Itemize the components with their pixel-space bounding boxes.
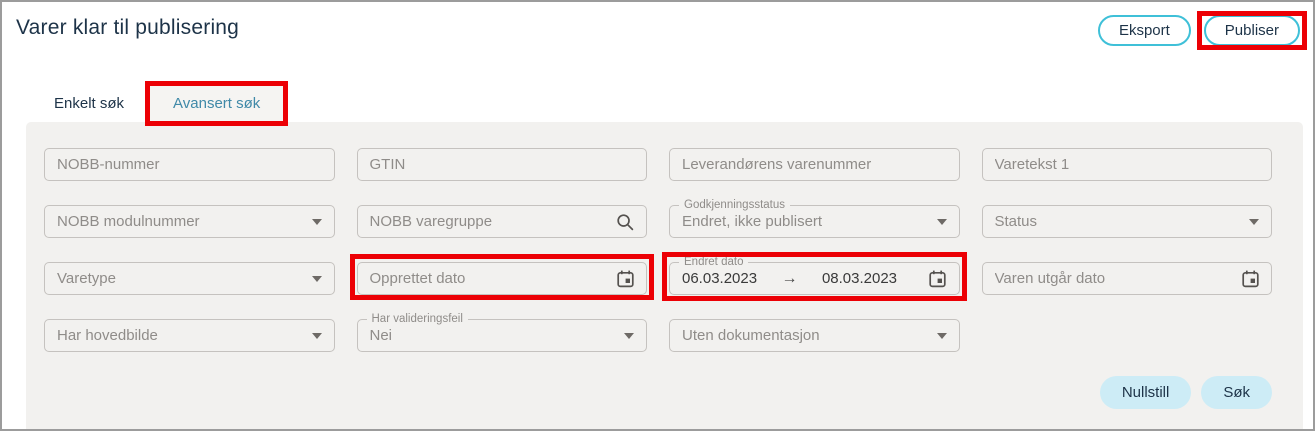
- calendar-icon[interactable]: [617, 270, 634, 288]
- tab-avansert-sok[interactable]: Avansert søk: [150, 84, 283, 123]
- publish-button-wrapper: Publiser: [1204, 15, 1300, 46]
- varer-klar-til-publisering-page: Varer klar til publisering Eksport Publi…: [0, 0, 1315, 431]
- publish-button[interactable]: Publiser: [1204, 15, 1300, 46]
- endret-dato-label: Endret dato: [679, 255, 748, 270]
- caret-down-icon: [937, 333, 947, 339]
- varetekst-1-input[interactable]: [982, 148, 1273, 181]
- tab-enkelt-sok[interactable]: Enkelt søk: [52, 84, 126, 123]
- search-button[interactable]: Søk: [1201, 376, 1272, 409]
- endret-dato-to-value[interactable]: 08.03.2023: [822, 270, 897, 287]
- har-hovedbilde-select[interactable]: Har hovedbilde: [44, 319, 335, 352]
- varen-utgar-dato-datepicker[interactable]: Varen utgår dato: [982, 262, 1273, 295]
- uten-dokumentasjon-placeholder: Uten dokumentasjon: [682, 327, 929, 344]
- caret-down-icon: [312, 219, 322, 225]
- status-select[interactable]: Status: [982, 205, 1273, 238]
- nobb-varegruppe-placeholder: NOBB varegruppe: [370, 213, 609, 230]
- nobb-modulnummer-placeholder: NOBB modulnummer: [57, 213, 304, 230]
- form-actions: Nullstill Søk: [44, 376, 1272, 409]
- godkjenningsstatus-value: Endret, ikke publisert: [682, 213, 929, 230]
- advanced-search-panel: NOBB modulnummer NOBB varegruppe Godkjen…: [26, 122, 1303, 429]
- form-row-1: [44, 148, 1272, 181]
- calendar-icon[interactable]: [929, 270, 946, 288]
- export-button[interactable]: Eksport: [1098, 15, 1191, 46]
- arrow-right-icon: →: [782, 270, 798, 288]
- caret-down-icon: [624, 333, 634, 339]
- nobb-nummer-input[interactable]: [44, 148, 335, 181]
- opprettet-dato-datepicker[interactable]: Opprettet dato: [357, 262, 648, 295]
- godkjenningsstatus-label: Godkjenningsstatus: [679, 198, 790, 213]
- status-placeholder: Status: [995, 213, 1242, 230]
- caret-down-icon: [312, 276, 322, 282]
- page-title: Varer klar til publisering: [16, 16, 239, 40]
- uten-dokumentasjon-select[interactable]: Uten dokumentasjon: [669, 319, 960, 352]
- header-actions: Eksport Publiser: [1098, 15, 1300, 46]
- search-tabs: Enkelt søk Avansert søk: [52, 84, 283, 123]
- calendar-icon[interactable]: [1242, 270, 1259, 288]
- caret-down-icon: [1249, 219, 1259, 225]
- form-row-3: Varetype Opprettet dato Endret dato 06: [44, 262, 1272, 295]
- caret-down-icon: [937, 219, 947, 225]
- nobb-varegruppe-search[interactable]: NOBB varegruppe: [357, 205, 648, 238]
- gtin-input[interactable]: [357, 148, 648, 181]
- varetype-select[interactable]: Varetype: [44, 262, 335, 295]
- form-row-4: Har hovedbilde Har valideringsfeil Nei U…: [44, 319, 1272, 352]
- reset-button[interactable]: Nullstill: [1100, 376, 1192, 409]
- har-valideringsfeil-label: Har valideringsfeil: [367, 312, 468, 327]
- endret-dato-from-value[interactable]: 06.03.2023: [682, 270, 757, 287]
- varetype-placeholder: Varetype: [57, 270, 304, 287]
- nobb-modulnummer-select[interactable]: NOBB modulnummer: [44, 205, 335, 238]
- tab-avansert-sok-label: Avansert søk: [173, 95, 260, 112]
- search-icon: [616, 213, 634, 231]
- form-row-2: NOBB modulnummer NOBB varegruppe Godkjen…: [44, 205, 1272, 238]
- varen-utgar-dato-placeholder: Varen utgår dato: [995, 270, 1235, 287]
- godkjenningsstatus-select[interactable]: Godkjenningsstatus Endret, ikke publiser…: [669, 205, 960, 238]
- endret-dato-daterange[interactable]: Endret dato 06.03.2023 → 08.03.2023: [669, 262, 960, 295]
- leverandorens-varenummer-input[interactable]: [669, 148, 960, 181]
- har-valideringsfeil-select[interactable]: Har valideringsfeil Nei: [357, 319, 648, 352]
- opprettet-dato-placeholder: Opprettet dato: [370, 270, 610, 287]
- har-hovedbilde-placeholder: Har hovedbilde: [57, 327, 304, 344]
- caret-down-icon: [312, 333, 322, 339]
- har-valideringsfeil-value: Nei: [370, 327, 617, 344]
